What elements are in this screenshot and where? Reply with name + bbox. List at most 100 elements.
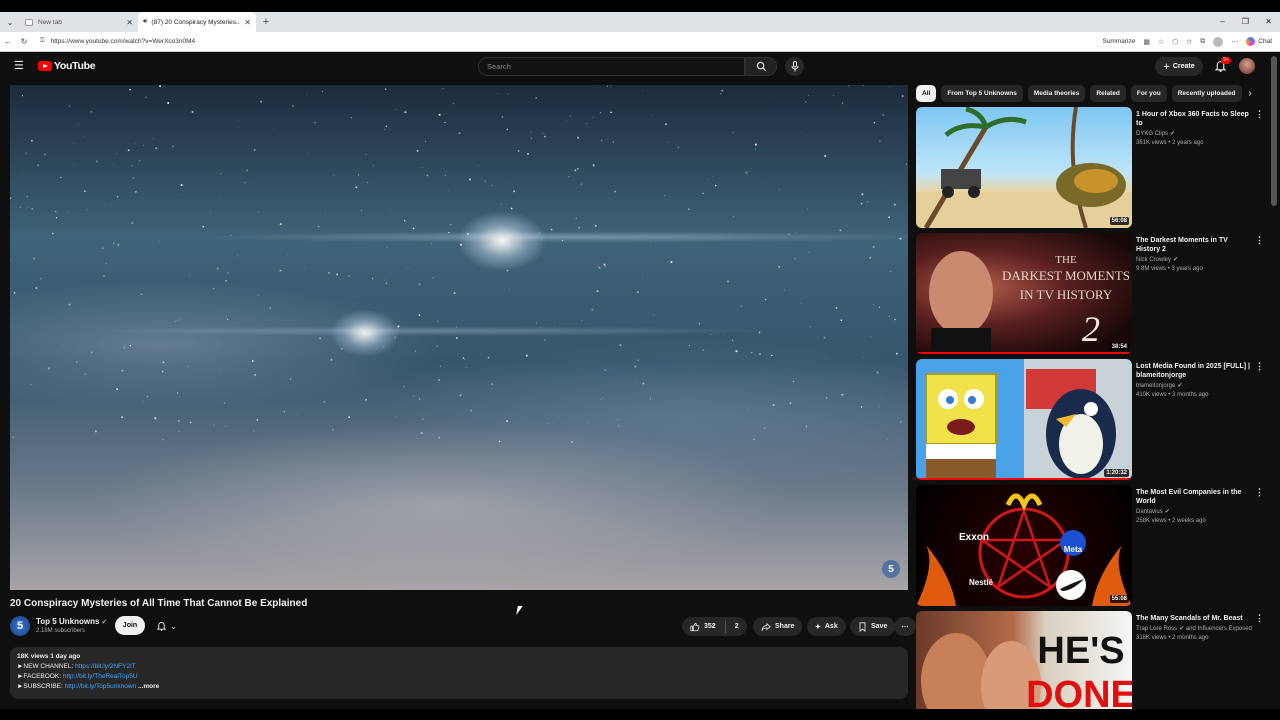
page-scrollbar[interactable]: [1270, 52, 1278, 709]
save-button[interactable]: Save: [850, 617, 896, 636]
hamburger-menu-icon[interactable]: ☰: [14, 59, 25, 73]
screen-top-border: [0, 0, 1280, 12]
recommendation-item[interactable]: 56:08 1 Hour of Xbox 360 Facts to Sleep …: [916, 107, 1266, 229]
audio-playing-icon[interactable]: 🔊︎: [143, 18, 147, 26]
more-menu-icon[interactable]: ⋯: [1231, 38, 1238, 46]
facebook-link[interactable]: http://bit.ly/TheRealTop5U: [63, 673, 138, 680]
recommendation-item[interactable]: Exxon Meta Nestlé 55:08 The Most Evil Co…: [916, 485, 1266, 607]
summarize-button[interactable]: Summarize: [1102, 38, 1135, 45]
rec-title[interactable]: The Many Scandals of Mr. Beast: [1136, 614, 1251, 623]
view-count-date: 18K views 1 day ago: [17, 653, 81, 660]
description-box[interactable]: 18K views 1 day ago ►NEW CHANNEL: https:…: [10, 647, 908, 699]
rec-title[interactable]: The Darkest Moments in TV History 2: [1136, 236, 1251, 254]
more-actions-button[interactable]: ⋯: [894, 617, 916, 636]
like-button[interactable]: 352: [690, 622, 716, 632]
like-count: 352: [704, 623, 716, 630]
rec-meta: 361K views • 2 years ago: [1136, 140, 1204, 146]
rec-title[interactable]: The Most Evil Companies in the World: [1136, 488, 1251, 506]
chip-from-channel[interactable]: From Top 5 Unknowns: [941, 85, 1023, 102]
tab-title: New tab: [38, 18, 62, 26]
channel-watermark[interactable]: 5: [882, 560, 900, 578]
new-tab-button[interactable]: +: [256, 16, 276, 28]
youtube-logo[interactable]: YouTube: [38, 60, 96, 72]
chip-for-you[interactable]: For you: [1130, 85, 1167, 102]
rec-channel-name: blameitonjorge: [1136, 383, 1176, 389]
divider: [724, 620, 726, 633]
rec-channel[interactable]: Dantavius ✔: [1136, 508, 1170, 515]
logo-text: YouTube: [54, 60, 96, 72]
search-input[interactable]: Search: [478, 57, 745, 76]
close-tab-icon[interactable]: ✕: [244, 18, 251, 27]
thumb-text: HE'S: [1037, 630, 1124, 672]
more-vertical-icon[interactable]: ⋮: [1255, 235, 1264, 246]
channel-avatar[interactable]: 5: [10, 616, 30, 636]
rec-channel-name: Trap Lore Ross: [1136, 626, 1178, 632]
collections-icon[interactable]: ⧉: [1200, 38, 1205, 46]
profile-avatar[interactable]: [1213, 36, 1224, 47]
chip-media-theories[interactable]: Media theories: [1027, 85, 1086, 102]
chip-all[interactable]: All: [916, 85, 937, 102]
rec-channel[interactable]: Trap Lore Ross ✔ and Influencers Exposed: [1136, 625, 1252, 632]
extensions-icon[interactable]: ⬡: [1172, 38, 1178, 46]
sparkle-icon: ✦: [815, 623, 821, 631]
close-tab-icon[interactable]: ✕: [126, 18, 133, 27]
favorite-star-icon[interactable]: ☆: [1158, 38, 1164, 46]
share-label: Share: [775, 623, 795, 630]
voice-search-button[interactable]: [785, 57, 804, 76]
notifications-button[interactable]: 9+: [1212, 57, 1231, 74]
ask-button[interactable]: ✦ Ask: [807, 617, 846, 636]
search-button[interactable]: [745, 57, 777, 76]
save-label: Save: [871, 623, 888, 630]
rec-channel[interactable]: blameitonjorge ✔: [1136, 382, 1182, 389]
rec-channel[interactable]: Nick Crowley ✔: [1136, 256, 1178, 263]
refresh-icon[interactable]: ↻: [16, 37, 32, 46]
rec-title[interactable]: Lost Media Found in 2025 [FULL] | blamei…: [1136, 362, 1251, 380]
like-dislike-group: 352 2: [682, 617, 747, 636]
recommendation-item[interactable]: THE DARKEST MOMENTS IN TV HISTORY 2 38:5…: [916, 233, 1266, 355]
dislike-button[interactable]: 2: [735, 623, 739, 630]
video-player[interactable]: 5: [10, 85, 908, 590]
site-info-icon[interactable]: ⚿: [40, 38, 45, 45]
back-icon[interactable]: ←: [0, 37, 16, 46]
minimize-icon[interactable]: –: [1211, 12, 1234, 32]
join-button[interactable]: Join: [115, 616, 145, 635]
subscribe-link[interactable]: http://bit.ly/Top5unknown: [65, 683, 137, 690]
scrollbar-thumb[interactable]: [1271, 56, 1277, 206]
share-button[interactable]: Share: [753, 617, 803, 636]
rec-title[interactable]: 1 Hour of Xbox 360 Facts to Sleep to: [1136, 110, 1251, 128]
close-window-icon[interactable]: ✕: [1257, 12, 1280, 32]
video-thumbnail[interactable]: 56:08: [916, 107, 1132, 228]
tab-youtube-video[interactable]: 🔊︎ (87) 20 Conspiracy Mysteries... ✕: [138, 12, 256, 71]
create-button[interactable]: + Create: [1155, 57, 1203, 76]
address-bar[interactable]: ⚿ https://www.youtube.com/watch?v=WerXco…: [40, 38, 1102, 45]
copilot-chat-button[interactable]: Chat: [1246, 37, 1272, 46]
video-thumbnail[interactable]: THE DARKEST MOMENTS IN TV HISTORY 2 38:5…: [916, 233, 1132, 354]
tab-list-menu-icon[interactable]: ⌄: [0, 12, 20, 32]
subscription-notifications-button[interactable]: ⌄: [150, 617, 184, 635]
more-vertical-icon[interactable]: ⋮: [1255, 361, 1264, 372]
rec-channel[interactable]: DYKG Clips ✔: [1136, 130, 1175, 137]
restore-icon[interactable]: ❐: [1234, 12, 1257, 32]
video-thumbnail[interactable]: HE'S DONE: [916, 611, 1132, 709]
recommendation-item[interactable]: 1:20:32 Lost Media Found in 2025 [FULL] …: [916, 359, 1266, 481]
chevron-right-icon[interactable]: ›: [1243, 85, 1257, 102]
favorites-icon[interactable]: ✩: [1186, 38, 1192, 46]
thumbnail-art: Exxon Meta Nestlé: [916, 493, 1132, 606]
channel-name[interactable]: Top 5 Unknowns ✔: [36, 617, 107, 626]
split-screen-icon[interactable]: ▦: [1143, 38, 1150, 46]
show-more-button[interactable]: ...more: [138, 683, 159, 690]
more-vertical-icon[interactable]: ⋮: [1255, 109, 1264, 120]
video-thumbnail[interactable]: Exxon Meta Nestlé 55:08: [916, 485, 1132, 606]
rec-channel-name: Dantavius: [1136, 509, 1163, 515]
more-vertical-icon[interactable]: ⋮: [1255, 487, 1264, 498]
chip-recently-uploaded[interactable]: Recently uploaded: [1171, 85, 1242, 102]
tab-new-tab[interactable]: New tab ✕: [20, 12, 138, 32]
account-avatar[interactable]: [1239, 58, 1255, 74]
thumb-text: DONE: [1026, 674, 1132, 709]
more-vertical-icon[interactable]: ⋮: [1255, 613, 1264, 624]
recommendation-item[interactable]: HE'S DONE The Many Scandals of Mr. Beast…: [916, 611, 1266, 709]
chip-related[interactable]: Related: [1090, 85, 1126, 102]
video-thumbnail[interactable]: 1:20:32: [916, 359, 1132, 480]
starfield: [10, 85, 908, 445]
new-channel-link[interactable]: https://bit.ly/2NFY2IT: [75, 663, 136, 670]
